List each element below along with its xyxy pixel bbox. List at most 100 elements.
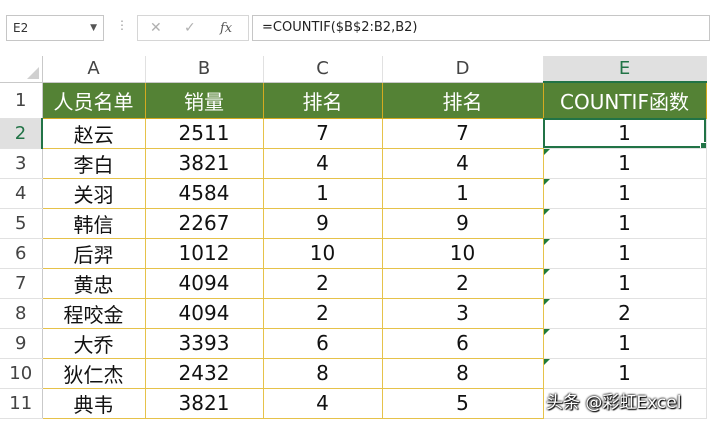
cell-value: 1 [618, 331, 631, 355]
table-cell[interactable]: 2 [542, 297, 707, 329]
row-header[interactable]: 7 [0, 268, 43, 299]
header-cell[interactable]: 销量 [144, 81, 264, 119]
table-cell[interactable]: 4094 [144, 297, 264, 329]
table-cell[interactable]: 1 [542, 327, 707, 359]
cell-value: 3393 [178, 331, 230, 355]
table-cell[interactable]: 1 [542, 147, 707, 179]
cell-value: 10 [309, 241, 336, 265]
cell-value: 程咬金 [63, 302, 124, 327]
table-row: 2 赵云 2511 7 7 1 [0, 117, 707, 149]
select-all-corner[interactable] [0, 56, 43, 83]
function-icon[interactable]: fx [220, 21, 232, 36]
table-cell[interactable]: 4 [381, 147, 544, 179]
cell-value: 1 [618, 151, 631, 175]
table-cell[interactable]: 4584 [144, 177, 264, 209]
table-cell[interactable]: 5 [381, 387, 544, 419]
row-header[interactable]: 5 [0, 208, 43, 239]
table-cell[interactable]: 7 [262, 117, 383, 149]
table-cell[interactable]: 3821 [144, 387, 264, 419]
cell-value: 1 [316, 181, 329, 205]
table-cell[interactable]: 4 [262, 147, 383, 179]
table-cell[interactable]: 4094 [144, 267, 264, 299]
table-row: 4 关羽 4584 1 1 1 [0, 177, 707, 209]
cell-value: 2 [456, 271, 469, 295]
table-cell[interactable]: 后羿 [41, 237, 146, 269]
table-cell[interactable]: 2 [381, 267, 544, 299]
table-cell[interactable]: 狄仁杰 [41, 357, 146, 389]
table-cell[interactable]: 关羽 [41, 177, 146, 209]
cell-value: 4584 [178, 181, 230, 205]
table-cell[interactable]: 2 [262, 267, 383, 299]
row-header[interactable]: 1 [0, 82, 43, 119]
table-cell[interactable]: 6 [381, 327, 544, 359]
header-cell[interactable]: 排名 [381, 81, 544, 119]
table-cell[interactable]: 李白 [41, 147, 146, 179]
row-header[interactable]: 11 [0, 388, 43, 419]
watermark: 头条 @彩虹Excel [546, 393, 682, 413]
header-cell[interactable]: COUNTIF函数 [542, 81, 707, 119]
chevron-down-icon[interactable]: ▼ [90, 16, 97, 40]
table-cell[interactable]: 1 [262, 177, 383, 209]
row-header[interactable]: 8 [0, 298, 43, 329]
table-cell[interactable]: 韩信 [41, 207, 146, 239]
table-cell[interactable]: 1 [542, 267, 707, 299]
table-cell[interactable]: 2 [262, 297, 383, 329]
table-cell[interactable]: 7 [381, 117, 544, 149]
table-cell[interactable]: 10 [262, 237, 383, 269]
table-cell[interactable]: 1 [542, 357, 707, 389]
formula-controls: ✕ ✓ fx [137, 15, 249, 41]
table-cell[interactable]: 9 [262, 207, 383, 239]
table-cell[interactable]: 程咬金 [41, 297, 146, 329]
cell-value: 3 [456, 301, 469, 325]
table-cell[interactable]: 2511 [144, 117, 264, 149]
table-cell[interactable]: 3 [381, 297, 544, 329]
formula-warning-flag [544, 299, 550, 305]
table-cell[interactable]: 4 [262, 387, 383, 419]
cell-value: 4094 [178, 301, 230, 325]
table-cell[interactable]: 9 [381, 207, 544, 239]
row-header[interactable]: 10 [0, 358, 43, 389]
table-cell[interactable]: 1 [542, 177, 707, 209]
table-cell[interactable]: 3393 [144, 327, 264, 359]
close-icon[interactable]: ✕ [150, 20, 162, 36]
table-cell[interactable]: 8 [262, 357, 383, 389]
column-header-b[interactable]: B [145, 56, 264, 83]
column-header-c[interactable]: C [263, 56, 383, 83]
row-header[interactable]: 9 [0, 328, 43, 359]
cell-value: 2267 [178, 211, 230, 235]
table-cell[interactable]: 赵云 [41, 117, 146, 149]
table-cell[interactable]: 2432 [144, 357, 264, 389]
row-header[interactable]: 2 [0, 118, 43, 149]
row-header[interactable]: 3 [0, 148, 43, 179]
table-cell[interactable]: 1 [542, 207, 707, 239]
table-cell[interactable]: 大乔 [41, 327, 146, 359]
row-header[interactable]: 6 [0, 238, 43, 269]
name-box[interactable]: E2 ▼ [6, 15, 104, 41]
table-cell[interactable]: 典韦 [41, 387, 146, 419]
table-cell[interactable]: 1 [381, 177, 544, 209]
column-header-a[interactable]: A [42, 56, 146, 83]
header-cell[interactable]: 人员名单 [41, 81, 146, 119]
check-icon[interactable]: ✓ [184, 20, 196, 36]
table-cell[interactable]: 1 [542, 237, 707, 269]
table-row: 10 狄仁杰 2432 8 8 1 [0, 357, 707, 389]
more-options-icon[interactable]: ⋮ [116, 19, 128, 31]
table-cell[interactable]: 1 [542, 117, 707, 149]
table-cell[interactable]: 3821 [144, 147, 264, 179]
table-cell[interactable]: 2267 [144, 207, 264, 239]
cell-value: 1 [618, 181, 631, 205]
name-box-value: E2 [13, 21, 29, 35]
column-header-d[interactable]: D [382, 56, 544, 83]
table-cell[interactable]: 6 [262, 327, 383, 359]
cell-value: 4 [316, 151, 329, 175]
table-cell[interactable]: 1012 [144, 237, 264, 269]
table-cell[interactable]: 黄忠 [41, 267, 146, 299]
table-cell[interactable]: 8 [381, 357, 544, 389]
column-header-e[interactable]: E [543, 56, 707, 83]
row-header[interactable]: 4 [0, 178, 43, 209]
formula-input[interactable]: =COUNTIF($B$2:B2,B2) [252, 15, 710, 41]
header-cell[interactable]: 排名 [262, 81, 383, 119]
formula-warning-flag [544, 359, 550, 365]
table-cell[interactable]: 10 [381, 237, 544, 269]
cell-value: 4 [316, 391, 329, 415]
